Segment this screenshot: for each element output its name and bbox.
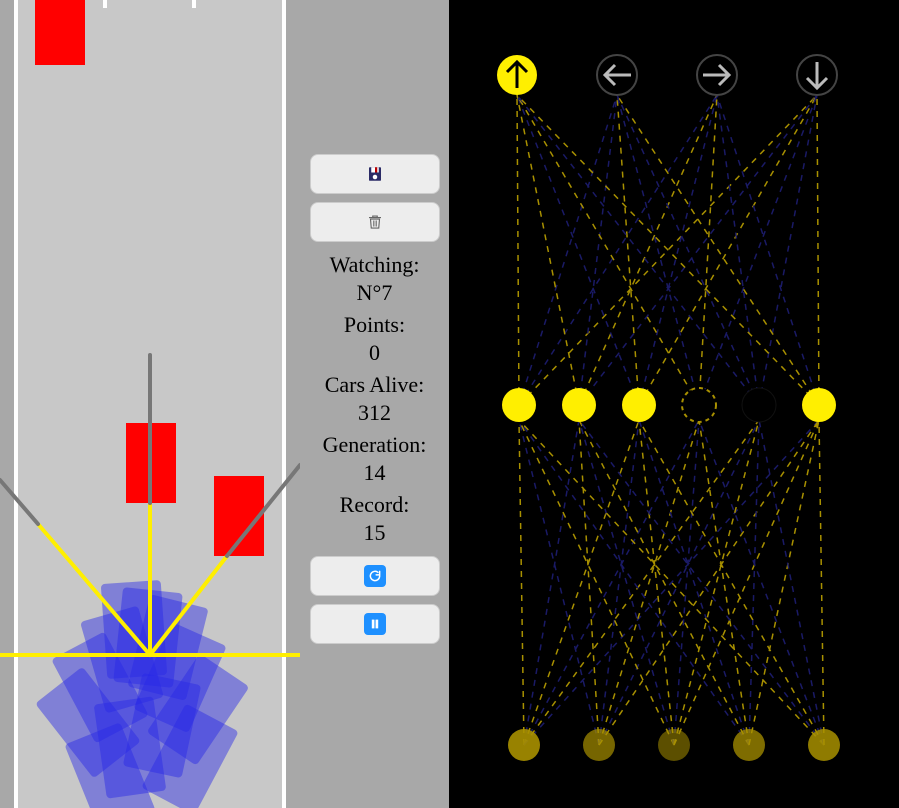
input-node bbox=[508, 729, 540, 761]
network-panel bbox=[449, 0, 899, 808]
points-value: 0 bbox=[369, 340, 380, 366]
watching-label: Watching: bbox=[330, 252, 420, 278]
controls-panel: Watching: N°7 Points: 0 Cars Alive: 312 … bbox=[300, 0, 449, 808]
output-down bbox=[797, 55, 837, 95]
output-right bbox=[697, 55, 737, 95]
save-icon bbox=[366, 165, 384, 183]
pause-icon bbox=[364, 613, 386, 635]
nn-edges-bottom bbox=[519, 420, 824, 745]
delete-button[interactable] bbox=[310, 202, 440, 242]
input-node bbox=[658, 729, 690, 761]
input-node bbox=[733, 729, 765, 761]
pause-button[interactable] bbox=[310, 604, 440, 644]
output-up bbox=[497, 55, 537, 95]
hidden-node bbox=[742, 388, 776, 422]
generation-label: Generation: bbox=[323, 432, 427, 458]
hidden-node bbox=[802, 388, 836, 422]
hidden-node bbox=[622, 388, 656, 422]
hidden-node bbox=[562, 388, 596, 422]
watching-value: N°7 bbox=[357, 280, 393, 306]
record-label: Record: bbox=[340, 492, 410, 518]
hidden-node bbox=[502, 388, 536, 422]
alive-label: Cars Alive: bbox=[325, 372, 425, 398]
refresh-icon bbox=[364, 565, 386, 587]
alive-value: 312 bbox=[358, 400, 391, 426]
reset-button[interactable] bbox=[310, 556, 440, 596]
sensor-rays bbox=[0, 0, 300, 808]
record-value: 15 bbox=[364, 520, 386, 546]
road-panel bbox=[0, 0, 300, 808]
input-node bbox=[808, 729, 840, 761]
input-node bbox=[583, 729, 615, 761]
trash-icon bbox=[366, 213, 384, 231]
generation-value: 14 bbox=[364, 460, 386, 486]
hidden-node bbox=[682, 388, 716, 422]
save-button[interactable] bbox=[310, 154, 440, 194]
output-left bbox=[597, 55, 637, 95]
nn-edges-top bbox=[517, 95, 819, 405]
points-label: Points: bbox=[344, 312, 405, 338]
